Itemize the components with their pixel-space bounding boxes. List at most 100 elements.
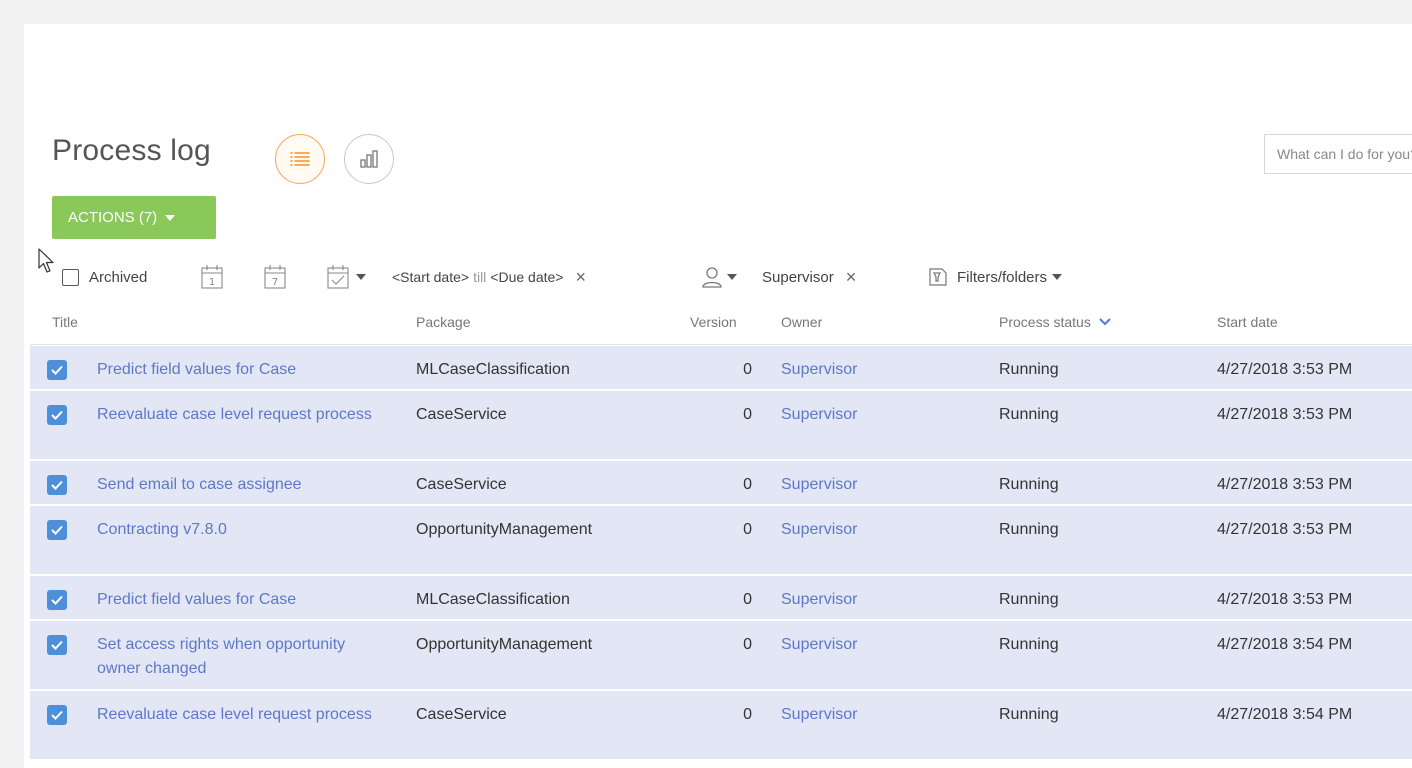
table-row[interactable]: Contracting v7.8.0 OpportunityManagement… [30, 506, 1412, 576]
chevron-down-icon [165, 214, 176, 221]
row-start-date: 4/27/2018 3:54 PM [1217, 636, 1353, 653]
row-start-date: 4/27/2018 3:54 PM [1217, 706, 1353, 723]
row-version: 0 [743, 636, 752, 653]
calendar-week-icon: 7 [264, 265, 286, 289]
check-icon [51, 710, 63, 720]
mouse-pointer-icon [38, 248, 54, 273]
row-title-link[interactable]: Reevaluate case level request process [97, 703, 377, 727]
row-version: 0 [743, 361, 752, 378]
header-divider [30, 344, 1412, 345]
row-title-link[interactable]: Send email to case assignee [97, 473, 377, 497]
column-header-status[interactable]: Process status [999, 314, 1111, 330]
row-owner-link[interactable]: Supervisor [781, 358, 857, 382]
row-package: OpportunityManagement [416, 636, 593, 653]
actions-button[interactable]: ACTIONS (7) [52, 196, 216, 239]
row-version: 0 [743, 591, 752, 608]
row-checkbox[interactable] [47, 705, 67, 725]
row-title-link[interactable]: Predict field values for Case [97, 588, 377, 612]
archived-filter[interactable]: Archived [62, 262, 147, 292]
table-row[interactable]: Reevaluate case level request process Ca… [30, 391, 1412, 461]
row-owner-link[interactable]: Supervisor [781, 633, 857, 657]
chevron-down-icon [1052, 274, 1063, 280]
filters-folders-label: Filters/folders [957, 268, 1048, 286]
row-checkbox[interactable] [47, 405, 67, 425]
close-icon[interactable]: × [846, 268, 857, 286]
actions-label: ACTIONS (7) [68, 209, 158, 226]
row-package: CaseService [416, 706, 507, 723]
column-header-package[interactable]: Package [416, 314, 470, 330]
column-header-status-label: Process status [999, 314, 1091, 330]
row-status: Running [999, 521, 1059, 538]
filter-folder-icon [929, 268, 947, 286]
table-row[interactable]: Send email to case assignee CaseService … [30, 461, 1412, 506]
column-header-owner[interactable]: Owner [781, 314, 822, 330]
check-icon [51, 595, 63, 605]
calendar-period-icon [327, 265, 349, 289]
row-owner-link[interactable]: Supervisor [781, 403, 857, 427]
chart-view-button[interactable] [344, 134, 394, 184]
row-checkbox[interactable] [47, 590, 67, 610]
column-header-title[interactable]: Title [52, 314, 78, 330]
user-icon [702, 267, 722, 288]
page-title: Process log [52, 134, 211, 167]
table-row[interactable]: Reevaluate case level request process Ca… [30, 691, 1412, 761]
period-filter-button[interactable] [327, 262, 366, 292]
search-input[interactable]: What can I do for you? [1264, 134, 1412, 174]
row-title-link[interactable]: Reevaluate case level request process [97, 403, 377, 427]
row-checkbox[interactable] [47, 520, 67, 540]
row-title-link[interactable]: Predict field values for Case [97, 358, 377, 382]
row-owner-link[interactable]: Supervisor [781, 588, 857, 612]
row-owner-link[interactable]: Supervisor [781, 518, 857, 542]
check-icon [51, 480, 63, 490]
row-package: CaseService [416, 476, 507, 493]
row-package: CaseService [416, 406, 507, 423]
list-view-button[interactable] [275, 134, 325, 184]
calendar-day-icon: 1 [201, 265, 223, 289]
table-row[interactable]: Predict field values for Case MLCaseClas… [30, 576, 1412, 621]
row-owner-link[interactable]: Supervisor [781, 703, 857, 727]
row-start-date: 4/27/2018 3:53 PM [1217, 406, 1353, 423]
day-filter-button[interactable]: 1 [201, 262, 223, 292]
row-title-link[interactable]: Set access rights when opportunity owner… [97, 633, 377, 681]
row-status: Running [999, 636, 1059, 653]
list-view-icon [290, 152, 310, 166]
row-start-date: 4/27/2018 3:53 PM [1217, 521, 1353, 538]
archived-checkbox[interactable] [62, 268, 79, 286]
filters-folders-button[interactable]: Filters/folders [927, 262, 1063, 292]
filter-bar: Archived 1 7 <Start date> till <Due date… [52, 262, 1392, 292]
svg-text:7: 7 [272, 277, 278, 288]
chart-view-icon [360, 150, 378, 168]
row-checkbox[interactable] [47, 475, 67, 495]
row-package: MLCaseClassification [416, 591, 570, 608]
chevron-down-icon [356, 274, 366, 280]
archived-label: Archived [89, 268, 148, 286]
row-status: Running [999, 476, 1059, 493]
table-row[interactable]: Set access rights when opportunity owner… [30, 621, 1412, 691]
row-checkbox[interactable] [47, 635, 67, 655]
row-checkbox[interactable] [47, 360, 67, 380]
row-owner-link[interactable]: Supervisor [781, 473, 857, 497]
process-table: Predict field values for Case MLCaseClas… [30, 346, 1412, 761]
row-start-date: 4/27/2018 3:53 PM [1217, 476, 1353, 493]
period-due-label: <Due date> [490, 269, 564, 285]
owner-filter-label: Supervisor [762, 268, 834, 286]
row-version: 0 [743, 706, 752, 723]
period-filter-value[interactable]: <Start date> till <Due date> × [392, 262, 586, 292]
row-status: Running [999, 706, 1059, 723]
owner-filter-button[interactable] [702, 262, 737, 292]
row-version: 0 [743, 521, 752, 538]
check-icon [51, 410, 63, 420]
row-title-link[interactable]: Contracting v7.8.0 [97, 518, 377, 542]
row-package: MLCaseClassification [416, 361, 570, 378]
table-row[interactable]: Predict field values for Case MLCaseClas… [30, 346, 1412, 391]
owner-filter-value[interactable]: Supervisor × [762, 262, 856, 292]
process-log-panel: Process log What can I do for you? ACTIO… [24, 24, 1412, 768]
week-filter-button[interactable]: 7 [264, 262, 286, 292]
row-version: 0 [743, 476, 752, 493]
column-header-version[interactable]: Version [690, 314, 737, 330]
check-icon [51, 525, 63, 535]
check-icon [51, 640, 63, 650]
close-icon[interactable]: × [575, 268, 586, 286]
chevron-down-icon [1099, 318, 1111, 326]
column-header-start-date[interactable]: Start date [1217, 314, 1278, 330]
